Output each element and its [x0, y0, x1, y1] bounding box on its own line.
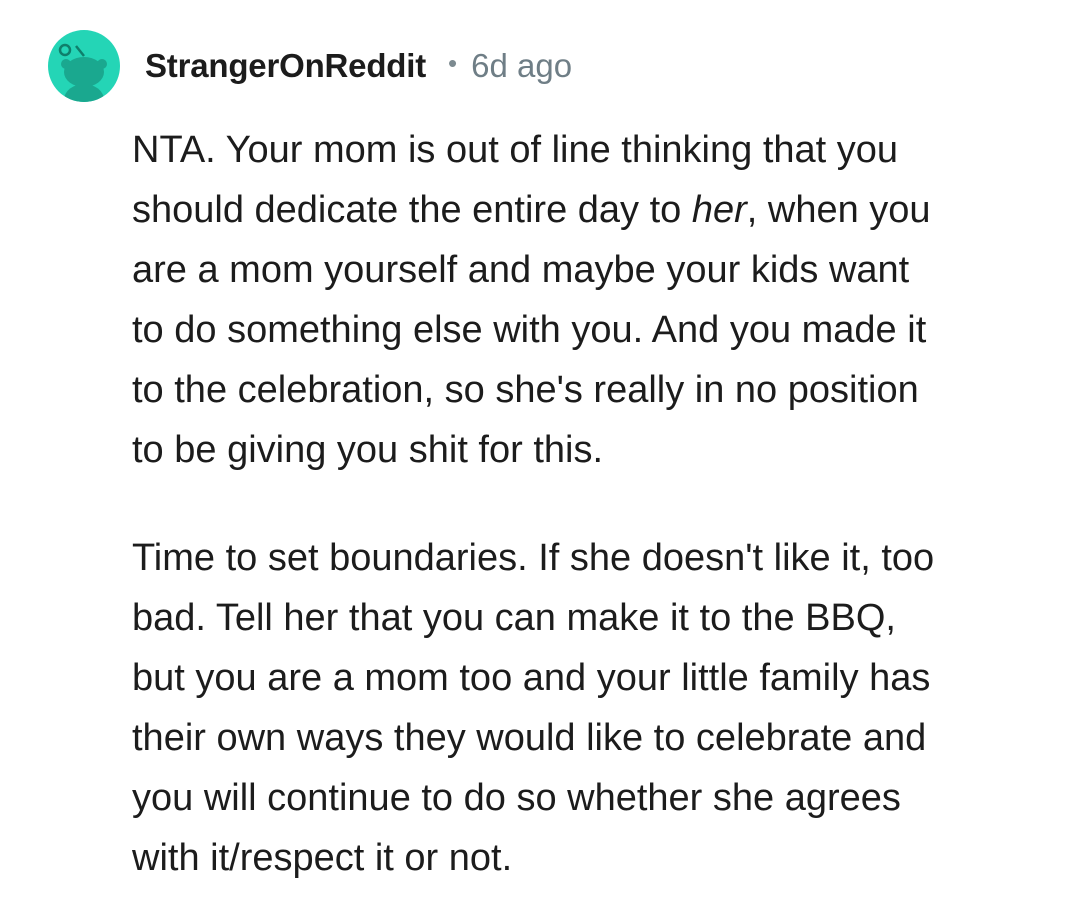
comment-body: NTA. Your mom is out of line thinking th… — [132, 120, 1032, 888]
text-line: to do something else with you. And you m… — [132, 300, 1032, 360]
text-run: their own ways they would like to celebr… — [132, 717, 927, 759]
text-line: you will continue to do so whether she a… — [132, 768, 1032, 828]
text-run: you will continue to do so whether she a… — [132, 777, 901, 819]
text-line: to be giving you shit for this. — [132, 420, 1032, 480]
text-line: bad. Tell her that you can make it to th… — [132, 588, 1032, 648]
text-run: to be giving you shit for this. — [132, 429, 604, 471]
text-line: are a mom yourself and maybe your kids w… — [132, 240, 1032, 300]
avatar[interactable] — [48, 30, 120, 102]
text-line: should dedicate the entire day to her, w… — [132, 180, 1032, 240]
text-run: are a mom yourself and maybe your kids w… — [132, 249, 910, 291]
text-run: to do something else with you. And you m… — [132, 309, 927, 351]
text-run: NTA. Your mom is out of line thinking th… — [132, 129, 899, 171]
text-line: Time to set boundaries. If she doesn't l… — [132, 528, 1032, 588]
comment-header: StrangerOnReddit • 6d ago — [48, 30, 572, 102]
comment-paragraph: Time to set boundaries. If she doesn't l… — [132, 528, 1032, 888]
text-run: , when you — [746, 189, 931, 231]
separator-dot: • — [448, 48, 458, 78]
text-line: to the celebration, so she's really in n… — [132, 360, 1032, 420]
text-line: but you are a mom too and your little fa… — [132, 648, 1032, 708]
reddit-snoo-icon — [58, 43, 107, 102]
comment: StrangerOnReddit • 6d ago NTA. Your mom … — [0, 0, 1080, 914]
text-run: should dedicate the entire day to — [132, 189, 692, 231]
text-run: with it/respect it or not. — [132, 837, 513, 879]
text-run: but you are a mom too and your little fa… — [132, 657, 931, 699]
text-line: NTA. Your mom is out of line thinking th… — [132, 120, 1032, 180]
username-link[interactable]: StrangerOnReddit — [145, 47, 426, 85]
text-run: to the celebration, so she's really in n… — [132, 369, 919, 411]
text-run: Time to set boundaries. If she doesn't l… — [132, 537, 935, 579]
text-line: their own ways they would like to celebr… — [132, 708, 1032, 768]
comment-paragraph: NTA. Your mom is out of line thinking th… — [132, 120, 1032, 480]
text-run: bad. Tell her that you can make it to th… — [132, 597, 896, 639]
emphasis-text: her — [691, 189, 747, 231]
text-line: with it/respect it or not. — [132, 828, 1032, 888]
timestamp[interactable]: 6d ago — [471, 47, 572, 85]
